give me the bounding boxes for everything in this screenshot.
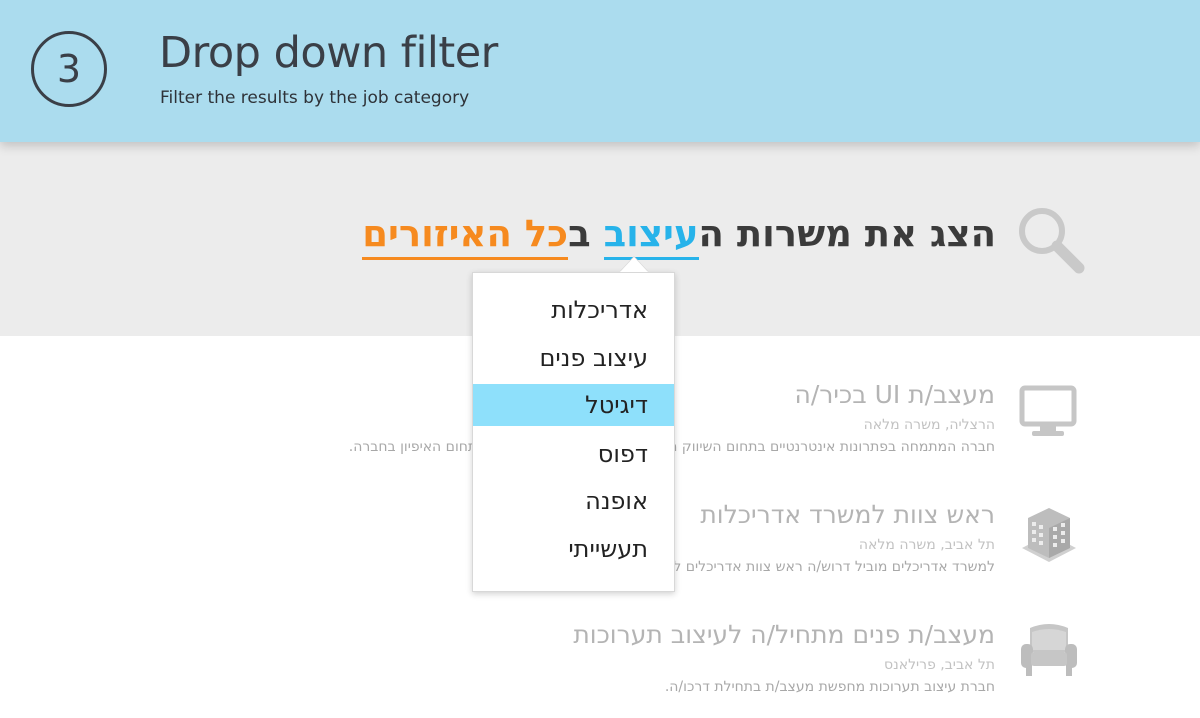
dropdown-item-interior-design[interactable]: עיצוב פנים [473, 337, 674, 379]
job-meta: תל אביב, פרילאנס [884, 657, 995, 673]
step-number-circle: 3 [31, 31, 107, 107]
page-subtitle: Filter the results by the job category [160, 88, 470, 108]
armchair-icon [1021, 624, 1077, 676]
dropdown-item-print[interactable]: דפוס [473, 433, 674, 475]
job-meta: תל אביב, משרה מלאה [858, 537, 995, 553]
header-banner: 3 Drop down filter Filter the results by… [0, 0, 1200, 142]
search-sentence: הצג את משרות העיצוב בכל האיזורים [362, 212, 996, 260]
building-icon [1022, 508, 1076, 562]
job-title[interactable]: ראש צוות למשרד אדריכלות [700, 500, 995, 529]
dropdown-pointer [620, 257, 648, 272]
dropdown-item-industrial[interactable]: תעשייתי [473, 528, 674, 570]
dropdown-item-fashion[interactable]: אופנה [473, 480, 674, 522]
job-meta: הרצליה, משרה מלאה [863, 417, 995, 433]
job-title[interactable]: מעצב/ת UI בכיר/ה [795, 380, 995, 409]
page-title: Drop down filter [159, 28, 498, 78]
dropdown-item-digital[interactable]: דיגיטל [473, 384, 674, 426]
job-title[interactable]: מעצב/ת פנים מתחיל/ה לעיצוב תערוכות [573, 620, 995, 649]
category-selector[interactable]: עיצוב [603, 212, 699, 260]
search-icon [1019, 208, 1085, 274]
location-selector[interactable]: כל האיזורים [362, 212, 569, 260]
search-connector: ב [568, 212, 604, 255]
search-prefix: הצג את משרות ה [698, 212, 996, 255]
step-number: 3 [56, 47, 82, 91]
job-description: חברת עיצוב תערוכות מחפשת מעצב/ת בתחילת ד… [664, 679, 995, 695]
monitor-icon [1019, 385, 1077, 436]
category-dropdown: אדריכלות עיצוב פנים דיגיטל דפוס אופנה תע… [472, 272, 675, 592]
dropdown-item-architecture[interactable]: אדריכלות [473, 289, 674, 331]
